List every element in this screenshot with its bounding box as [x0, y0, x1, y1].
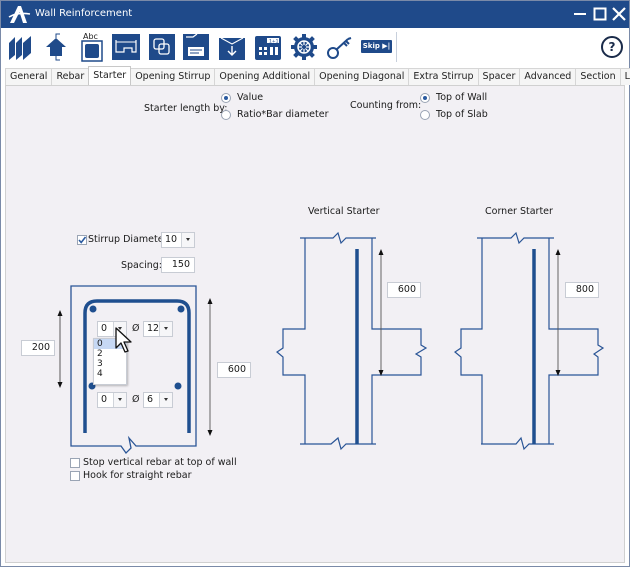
corner-starter-length-input[interactable]: 800 — [565, 282, 599, 298]
top-rebar-diameter-select[interactable]: 12 — [143, 321, 173, 337]
chevron-down-icon[interactable] — [113, 393, 126, 407]
section-width-input[interactable]: 200 — [21, 340, 55, 356]
bottom-rebar-diameter-select[interactable]: 6 — [143, 392, 173, 408]
vertical-starter-length-arrow — [378, 249, 384, 376]
bottom-rebar-count-select[interactable]: 0 — [97, 392, 127, 408]
top-rebar-count-value: 0 — [101, 323, 108, 334]
mouse-cursor-icon — [115, 327, 132, 353]
stop-vertical-rebar-checkbox[interactable] — [70, 458, 80, 468]
starter-drawings — [57, 231, 605, 455]
tab-starter[interactable]: Starter — [88, 66, 132, 85]
hook-straight-rebar-label: Hook for straight rebar — [83, 470, 192, 481]
dropdown-option[interactable]: 4 — [94, 369, 126, 379]
bottom-rebar-count-value: 0 — [101, 394, 108, 405]
corner-starter-drawing — [453, 231, 605, 451]
vertical-starter-drawing — [275, 231, 428, 451]
rebar-dot-top-right — [177, 305, 185, 313]
dropdown-option[interactable]: 3 — [94, 359, 126, 369]
vertical-starter-length-input[interactable]: 600 — [387, 282, 421, 298]
vertical-starter-title: Vertical Starter — [308, 206, 380, 217]
bottom-rebar-diameter-value: 6 — [147, 394, 154, 405]
height-dimension-arrow — [207, 298, 213, 436]
rebar-dot-mid-right — [174, 382, 182, 390]
rebar-dot-top-left — [89, 305, 97, 313]
chevron-down-icon[interactable] — [159, 393, 172, 407]
hook-straight-rebar-checkbox[interactable] — [70, 471, 80, 481]
section-height-input[interactable]: 600 — [217, 362, 251, 378]
section-frame — [70, 285, 197, 455]
corner-starter-title: Corner Starter — [485, 206, 553, 217]
chevron-down-icon[interactable] — [159, 322, 172, 336]
corner-starter-length-arrow — [555, 249, 561, 376]
stop-vertical-rebar-label: Stop vertical rebar at top of wall — [83, 457, 237, 468]
wall-reinforcement-window: Wall Reinforcement Abc 1+1 Skip ▶| ? Gen… — [0, 0, 630, 567]
bottom-diameter-symbol: Ø — [132, 394, 140, 405]
width-dimension-arrow — [57, 310, 63, 388]
top-rebar-diameter-value: 12 — [147, 323, 160, 334]
